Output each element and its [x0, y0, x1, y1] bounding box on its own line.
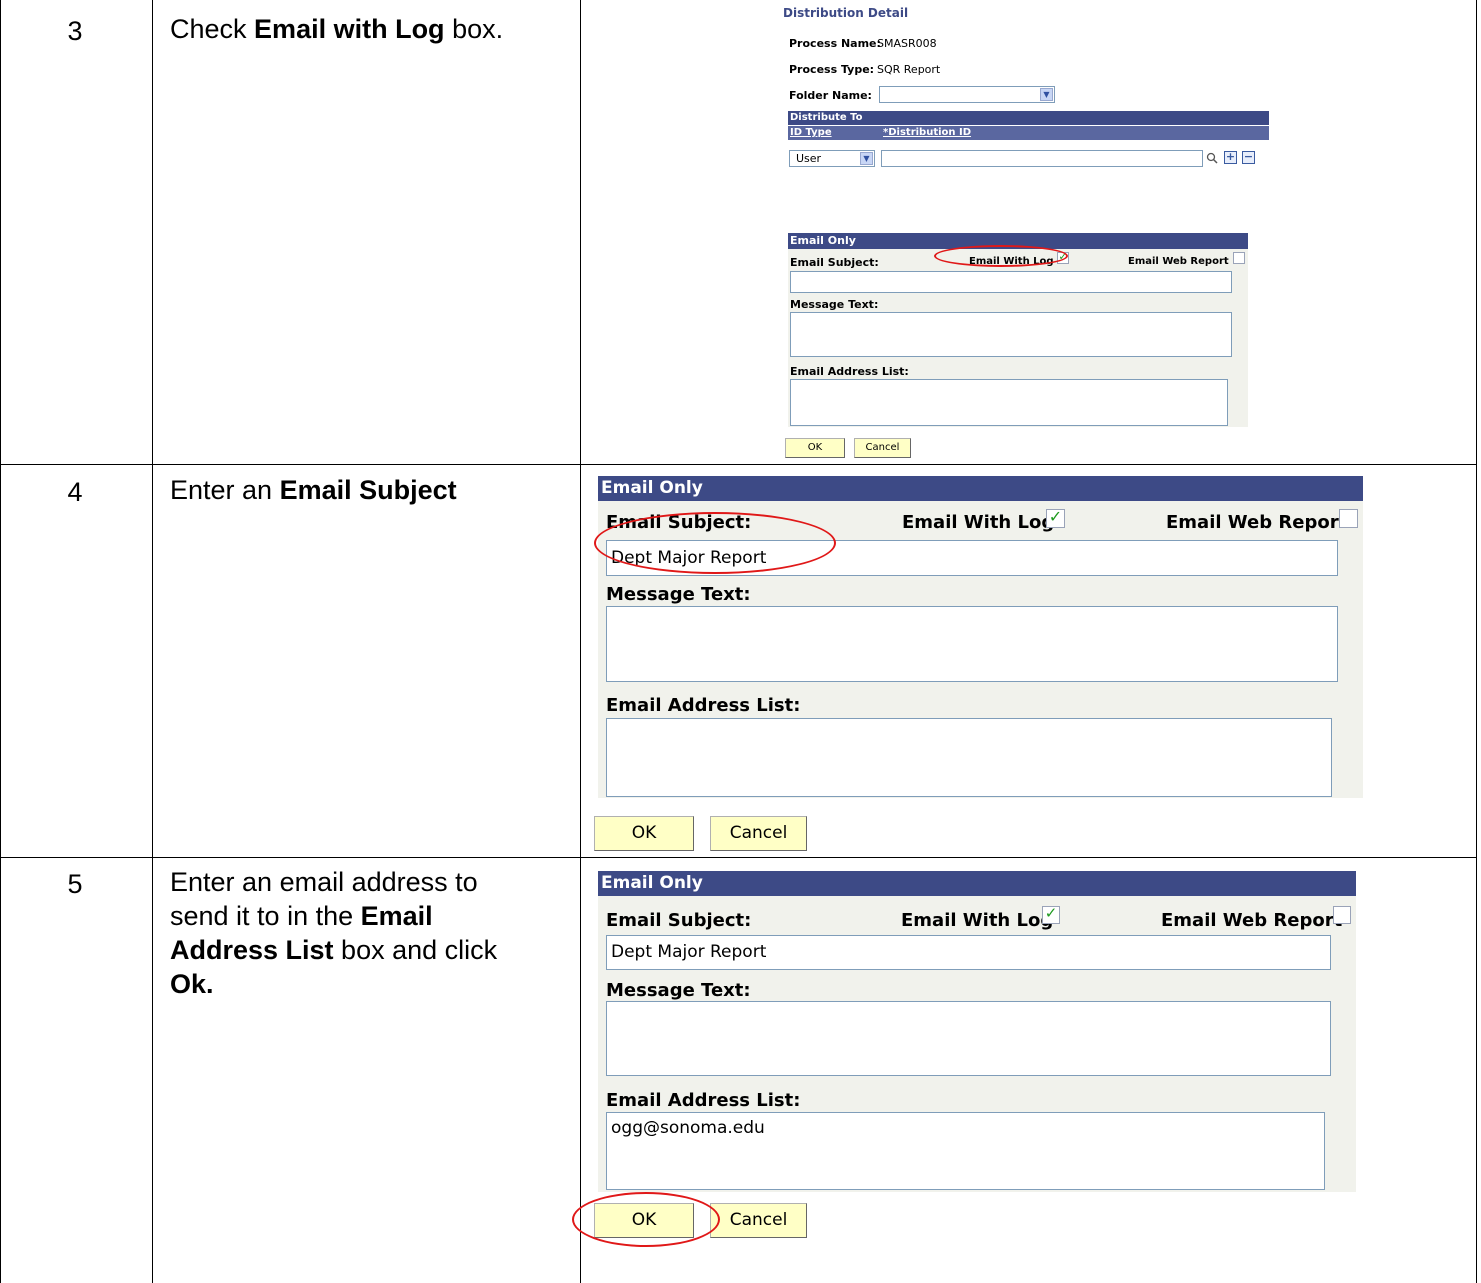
step-number: 4: [67, 477, 83, 507]
email-address-list-label: Email Address List:: [606, 1090, 801, 1111]
email-web-report-checkbox[interactable]: [1233, 252, 1245, 264]
email-subject-input[interactable]: Dept Major Report: [606, 935, 1331, 970]
email-with-log-checkbox[interactable]: [1046, 507, 1065, 528]
distribution-id-input[interactable]: [881, 150, 1203, 167]
email-web-report-label: Email Web Report: [1161, 910, 1343, 931]
email-only-screen: Email Only Email Subject: Email With Log…: [572, 871, 1368, 1271]
row-divider-2: [0, 857, 1477, 858]
email-with-log-label: Email With Log: [902, 512, 1055, 533]
instruction-text: box and click: [333, 935, 498, 965]
email-subject-label: Email Subject:: [606, 910, 752, 931]
email-web-report-label: Email Web Report: [1166, 512, 1348, 533]
message-text-area[interactable]: [606, 1001, 1331, 1076]
email-address-list-label: Email Address List:: [790, 365, 909, 378]
cancel-button[interactable]: Cancel: [854, 438, 911, 458]
table-border-right: [1476, 0, 1477, 1283]
ok-button[interactable]: OK: [594, 816, 694, 851]
table-divider-2: [580, 0, 581, 1283]
email-only-screen: Email Only Email Subject: Email With Log…: [594, 476, 1368, 856]
process-type-value: SQR Report: [877, 63, 941, 76]
email-subject-label: Email Subject:: [790, 256, 879, 269]
distribution-detail-screen: Distribution Detail Process Name: SMASR0…: [780, 0, 1280, 470]
email-address-list-area[interactable]: ogg@sonoma.edu: [606, 1112, 1325, 1190]
process-name-label: Process Name:: [789, 37, 881, 50]
instruction-bold: Ok.: [170, 969, 214, 999]
distribute-to-header: Distribute To: [788, 111, 1269, 125]
step-instruction: Enter an email address to send it to in …: [170, 865, 575, 1001]
cancel-button[interactable]: Cancel: [710, 816, 807, 851]
instruction-bold: Address List: [170, 935, 334, 965]
message-text-area[interactable]: [606, 606, 1338, 682]
instruction-text: send it to in the: [170, 901, 361, 931]
email-with-log-label: Email With Log: [901, 910, 1054, 931]
email-address-list-value: ogg@sonoma.edu: [611, 1118, 765, 1138]
instruction-bold: Email Subject: [279, 475, 457, 505]
folder-name-label: Folder Name:: [789, 89, 872, 102]
step-number: 5: [67, 869, 83, 899]
delete-row-icon[interactable]: −: [1242, 151, 1255, 164]
message-text-label: Message Text:: [606, 980, 751, 1001]
highlight-ring: [572, 1192, 720, 1247]
message-text-label: Message Text:: [790, 298, 879, 311]
message-text-label: Message Text:: [606, 584, 751, 605]
process-name-value: SMASR008: [877, 37, 937, 50]
email-only-header: Email Only: [598, 476, 1363, 501]
instruction-text: Check: [170, 14, 255, 44]
distribution-detail-title: Distribution Detail: [783, 6, 909, 20]
process-type-label: Process Type:: [789, 63, 875, 76]
table-divider-1: [152, 0, 153, 1283]
email-web-report-checkbox[interactable]: [1339, 509, 1358, 528]
email-address-list-label: Email Address List:: [606, 695, 801, 716]
table-border-left: [0, 0, 1, 1283]
instruction-bold: Email with Log: [254, 14, 445, 44]
add-row-icon[interactable]: +: [1224, 151, 1237, 164]
highlight-ring: [934, 245, 1068, 267]
chevron-down-icon[interactable]: ▼: [1040, 88, 1053, 101]
instruction-text: Enter an: [170, 475, 280, 505]
distribution-id-column-header[interactable]: *Distribution ID: [883, 126, 971, 140]
id-type-select[interactable]: User ▼: [789, 150, 875, 167]
search-icon[interactable]: [1206, 152, 1218, 164]
step-number: 3: [67, 16, 83, 46]
instruction-bold: Email: [360, 901, 433, 931]
step-instruction: Enter an Email Subject: [170, 473, 575, 507]
email-only-header: Email Only: [598, 871, 1356, 896]
highlight-ring: [594, 512, 836, 574]
instruction-text: box.: [444, 14, 504, 44]
email-address-list-area[interactable]: [790, 379, 1228, 426]
ok-button[interactable]: OK: [785, 438, 845, 458]
email-with-log-checkbox[interactable]: [1042, 904, 1060, 924]
folder-name-select[interactable]: ▼: [879, 86, 1055, 103]
id-type-column-header[interactable]: ID Type: [790, 126, 832, 140]
email-web-report-checkbox[interactable]: [1333, 906, 1351, 924]
message-text-area[interactable]: [790, 312, 1232, 357]
email-subject-value: Dept Major Report: [611, 942, 767, 962]
email-subject-input[interactable]: [790, 271, 1232, 293]
instruction-text: Enter an email address to: [170, 867, 478, 897]
step-instruction: Check Email with Log box.: [170, 12, 575, 46]
email-address-list-area[interactable]: [606, 718, 1332, 797]
chevron-down-icon[interactable]: ▼: [860, 152, 873, 165]
distribute-to-columns: ID Type *Distribution ID: [788, 126, 1269, 140]
email-web-report-label: Email Web Report: [1128, 256, 1229, 267]
id-type-value: User: [796, 152, 822, 165]
cancel-button[interactable]: Cancel: [710, 1203, 807, 1238]
